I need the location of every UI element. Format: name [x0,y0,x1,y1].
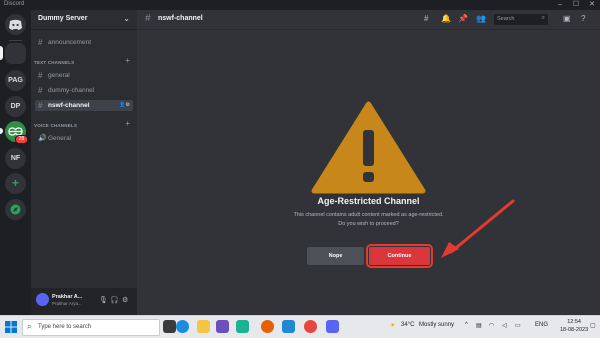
firefox-icon[interactable] [261,320,274,333]
edge-icon[interactable] [176,320,189,333]
server-sidebar: PAG DP 28 NF + [0,10,31,315]
server-dummy[interactable] [5,43,26,64]
server-dp[interactable]: DP [5,96,26,117]
channel-sidebar: Dummy Server ⌄ # announcement TEXT CHANN… [31,10,137,315]
chrome-icon[interactable] [304,320,317,333]
speaker-icon: 🔊 [38,135,47,142]
taskbar-search-placeholder: Type here to search [38,324,92,330]
add-server-button[interactable]: + [5,173,26,194]
tray-chevron-icon[interactable]: ^ [465,322,468,328]
discord-logo-icon [9,19,22,30]
pin-icon[interactable]: 📌 [458,14,468,23]
add-voice-channel-icon[interactable]: + [125,119,130,128]
network-icon[interactable]: ▤ [476,322,482,329]
hash-icon: # [38,71,43,80]
selected-indicator [0,46,3,60]
clock-time: 12:54 [567,319,581,325]
gate-title: Age-Restricted Channel [317,196,420,206]
gate-question: Do you wish to proceed? [338,221,399,227]
search-input[interactable]: Search ⌕ [494,14,548,25]
taskbar: ⌕ Type here to search ☀ 34°C Mostly sunn… [0,315,600,338]
app-title: Discord [4,1,25,7]
category-voice-channels[interactable]: VOICE CHANNELS [34,123,77,128]
user-subtext: Prakhar Arya... [52,301,82,306]
hash-icon: # [38,86,43,95]
maximize-button[interactable]: ☐ [569,0,583,10]
user-settings-icon[interactable]: ⚙ [122,296,128,304]
unread-indicator [0,128,3,134]
compass-icon [10,204,21,215]
notifications-icon[interactable]: ▢ [590,322,596,329]
chevron-down-icon: ⌄ [123,14,130,23]
annotation-arrow-icon [441,199,515,258]
bell-icon[interactable]: 🔔 [441,14,451,23]
discord-taskbar-icon[interactable] [326,320,339,333]
server-name: Dummy Server [38,15,88,22]
title-bar: Discord – ☐ ✕ [0,0,600,10]
search-icon: ⌕ [541,15,545,21]
channel-label: General [48,135,72,142]
warning-icon [311,101,426,194]
server-header[interactable]: Dummy Server ⌄ [31,10,137,30]
windows-start-icon[interactable] [5,321,17,333]
taskbar-search-input[interactable]: ⌕ Type here to search [22,319,160,336]
hash-icon: # [145,13,151,24]
discord-home-button[interactable] [5,14,26,35]
channel-label: dummy-channel [48,87,95,94]
channel-nsfw[interactable]: # nswf-channel 👤⚙ [35,100,133,111]
channel-title: nswf-channel [158,15,203,22]
channel-label: announcement [48,39,92,46]
threads-icon[interactable]: # [424,14,428,23]
main-content: # nswf-channel # 🔔 📌 👥 Search ⌕ ▣ ? Age-… [137,10,600,315]
channel-dummy[interactable]: # dummy-channel [35,85,133,96]
mute-mic-icon[interactable]: 🎙 [99,296,108,304]
hash-icon: # [38,101,43,110]
channel-topbar: # nswf-channel # 🔔 📌 👥 Search ⌕ ▣ ? [137,10,600,30]
channel-general[interactable]: # general [35,70,133,81]
task-view-icon[interactable] [163,320,176,333]
explore-servers-button[interactable] [5,199,26,220]
avatar[interactable] [36,293,49,306]
language-indicator[interactable]: ENG [535,322,548,328]
server-separator [9,40,22,41]
continue-button[interactable]: Continue [366,244,433,268]
volume-icon[interactable]: ◁ [502,322,507,329]
search-icon: ⌕ [27,322,32,331]
server-nf[interactable]: NF [5,148,26,169]
voice-channel-general[interactable]: 🔊 General [35,133,133,144]
add-channel-icon[interactable]: + [125,56,130,65]
weather-text[interactable]: Mostly sunny [419,322,454,328]
invite-settings-icons[interactable]: 👤⚙ [119,100,130,111]
weather-icon: ☀ [390,323,396,329]
battery-icon[interactable]: ▭ [515,322,521,329]
hash-icon: # [38,38,43,47]
clock-date: 18-08-2023 [560,327,589,333]
app-icon[interactable] [236,320,249,333]
server-pag[interactable]: PAG [5,70,26,91]
channel-label: nswf-channel [48,102,90,109]
headphones-icon[interactable]: 🎧 [110,296,119,304]
store-icon[interactable] [216,320,229,333]
channel-label: general [48,72,70,79]
gate-description: This channel contains adult content mark… [293,212,444,218]
category-text-channels[interactable]: TEXT CHANNELS [34,60,74,65]
username: Prakhar A... [52,294,83,300]
wifi-icon[interactable]: ◠ [489,322,494,329]
mention-badge: 28 [15,135,28,144]
file-explorer-icon[interactable] [197,320,210,333]
vscode-icon[interactable] [282,320,295,333]
close-button[interactable]: ✕ [585,0,599,10]
clock[interactable]: 12:54 18-08-2023 [560,318,588,334]
weather-temp[interactable]: 34°C [401,322,414,328]
member-list-icon[interactable]: 👥 [476,14,486,23]
search-placeholder: Search [497,16,515,22]
help-icon[interactable]: ? [581,14,585,23]
minimize-button[interactable]: – [553,0,567,10]
user-panel: Prakhar A... Prakhar Arya... 🎙 🎧 ⚙ [31,288,137,315]
nope-button[interactable]: Nope [307,247,364,265]
inbox-icon[interactable]: ▣ [563,14,571,23]
channel-announcement[interactable]: # announcement [35,37,133,48]
